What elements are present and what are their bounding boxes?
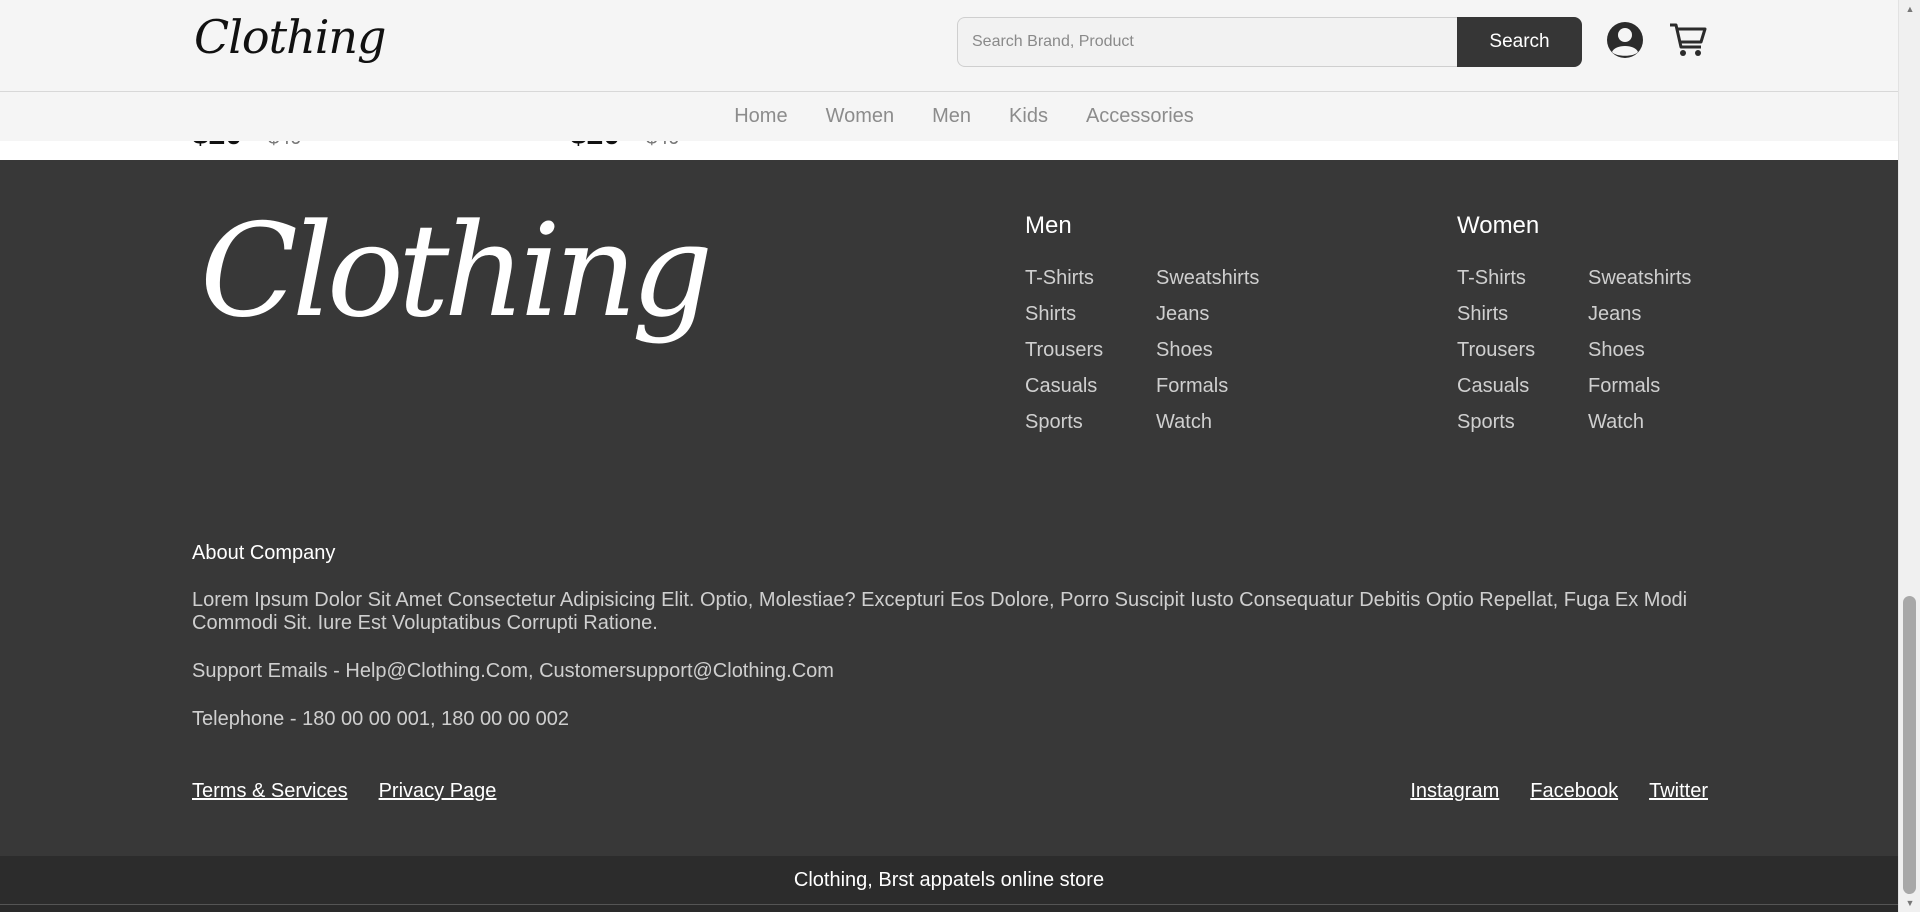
facebook-link[interactable]: Facebook [1530,780,1618,803]
telephone-numbers: Telephone - 180 00 00 001, 180 00 00 002 [192,708,569,730]
women-link[interactable]: T-Shirts [1457,266,1588,290]
men-link[interactable]: Shoes [1156,338,1316,362]
footer-tagline: Clothing, Brst appatels online store [793,868,1105,891]
men-category-links: T-Shirts Sweatshirts Shirts Jeans Trouse… [1025,266,1316,434]
women-link[interactable]: Formals [1588,374,1748,398]
women-link[interactable]: Sweatshirts [1588,266,1748,290]
support-emails: Support Emails - Help@Clothing.Com, Cust… [192,660,834,682]
men-link[interactable]: Sweatshirts [1156,266,1316,290]
scrollbar-thumb[interactable] [1903,596,1916,894]
header-top-bar: Clothing Search [0,0,1898,92]
women-category-title: Women [1457,212,1540,239]
men-category-title: Men [1025,212,1072,239]
legal-links: Terms & Services Privacy Page [192,780,496,803]
privacy-link[interactable]: Privacy Page [379,780,497,803]
social-links: Instagram Facebook Twitter [1410,780,1708,803]
scroll-up-arrow-icon[interactable]: ▲ [1899,0,1920,18]
twitter-link[interactable]: Twitter [1649,780,1708,803]
scroll-down-arrow-icon[interactable]: ▼ [1899,894,1920,912]
men-link[interactable]: Trousers [1025,338,1156,362]
women-link[interactable]: Jeans [1588,302,1748,326]
women-link[interactable]: Trousers [1457,338,1588,362]
men-link[interactable]: Sports [1025,410,1156,434]
women-category-column: Women T-Shirts Sweatshirts Shirts Jeans … [1457,212,1748,434]
site-header: Clothing Search Home Wom [0,0,1898,141]
men-category-column: Men T-Shirts Sweatshirts Shirts Jeans Tr… [1025,212,1316,434]
about-company-section: About Company Lorem Ipsum Dolor Sit Amet… [192,542,1712,756]
nav-home[interactable]: Home [734,105,787,128]
nav-men[interactable]: Men [932,105,971,128]
men-link[interactable]: Shirts [1025,302,1156,326]
women-link[interactable]: Sports [1457,410,1588,434]
page: $20 $40 $20 $40 Clothing Search [0,0,1898,912]
about-company-description: Lorem Ipsum Dolor Sit Amet Consectetur A… [192,589,1688,634]
terms-link[interactable]: Terms & Services [192,780,348,803]
page-scrollbar[interactable]: ▲ ▼ [1898,0,1920,912]
main-nav: Home Women Men Kids Accessories [0,92,1898,141]
search-button[interactable]: Search [1457,17,1582,67]
women-link[interactable]: Shirts [1457,302,1588,326]
cart-icon[interactable] [1666,18,1710,62]
header-logo[interactable]: Clothing [194,10,386,64]
bottom-strip [0,904,1898,912]
user-circle-icon[interactable] [1603,18,1647,62]
nav-women[interactable]: Women [826,105,895,128]
women-link[interactable]: Shoes [1588,338,1748,362]
nav-accessories[interactable]: Accessories [1086,105,1194,128]
men-link[interactable]: Watch [1156,410,1316,434]
about-company-title: About Company [192,542,336,564]
men-link[interactable]: Casuals [1025,374,1156,398]
nav-kids[interactable]: Kids [1009,105,1048,128]
site-footer: Clothing Men T-Shirts Sweatshirts Shirts… [0,160,1898,856]
instagram-link[interactable]: Instagram [1410,780,1499,803]
women-category-links: T-Shirts Sweatshirts Shirts Jeans Trouse… [1457,266,1748,434]
women-link[interactable]: Casuals [1457,374,1588,398]
footer-bottom-bar: Clothing, Brst appatels online store [0,856,1898,904]
footer-logo: Clothing [200,197,713,346]
men-link[interactable]: Formals [1156,374,1316,398]
search-input[interactable] [957,17,1457,67]
men-link[interactable]: Jeans [1156,302,1316,326]
men-link[interactable]: T-Shirts [1025,266,1156,290]
women-link[interactable]: Watch [1588,410,1748,434]
